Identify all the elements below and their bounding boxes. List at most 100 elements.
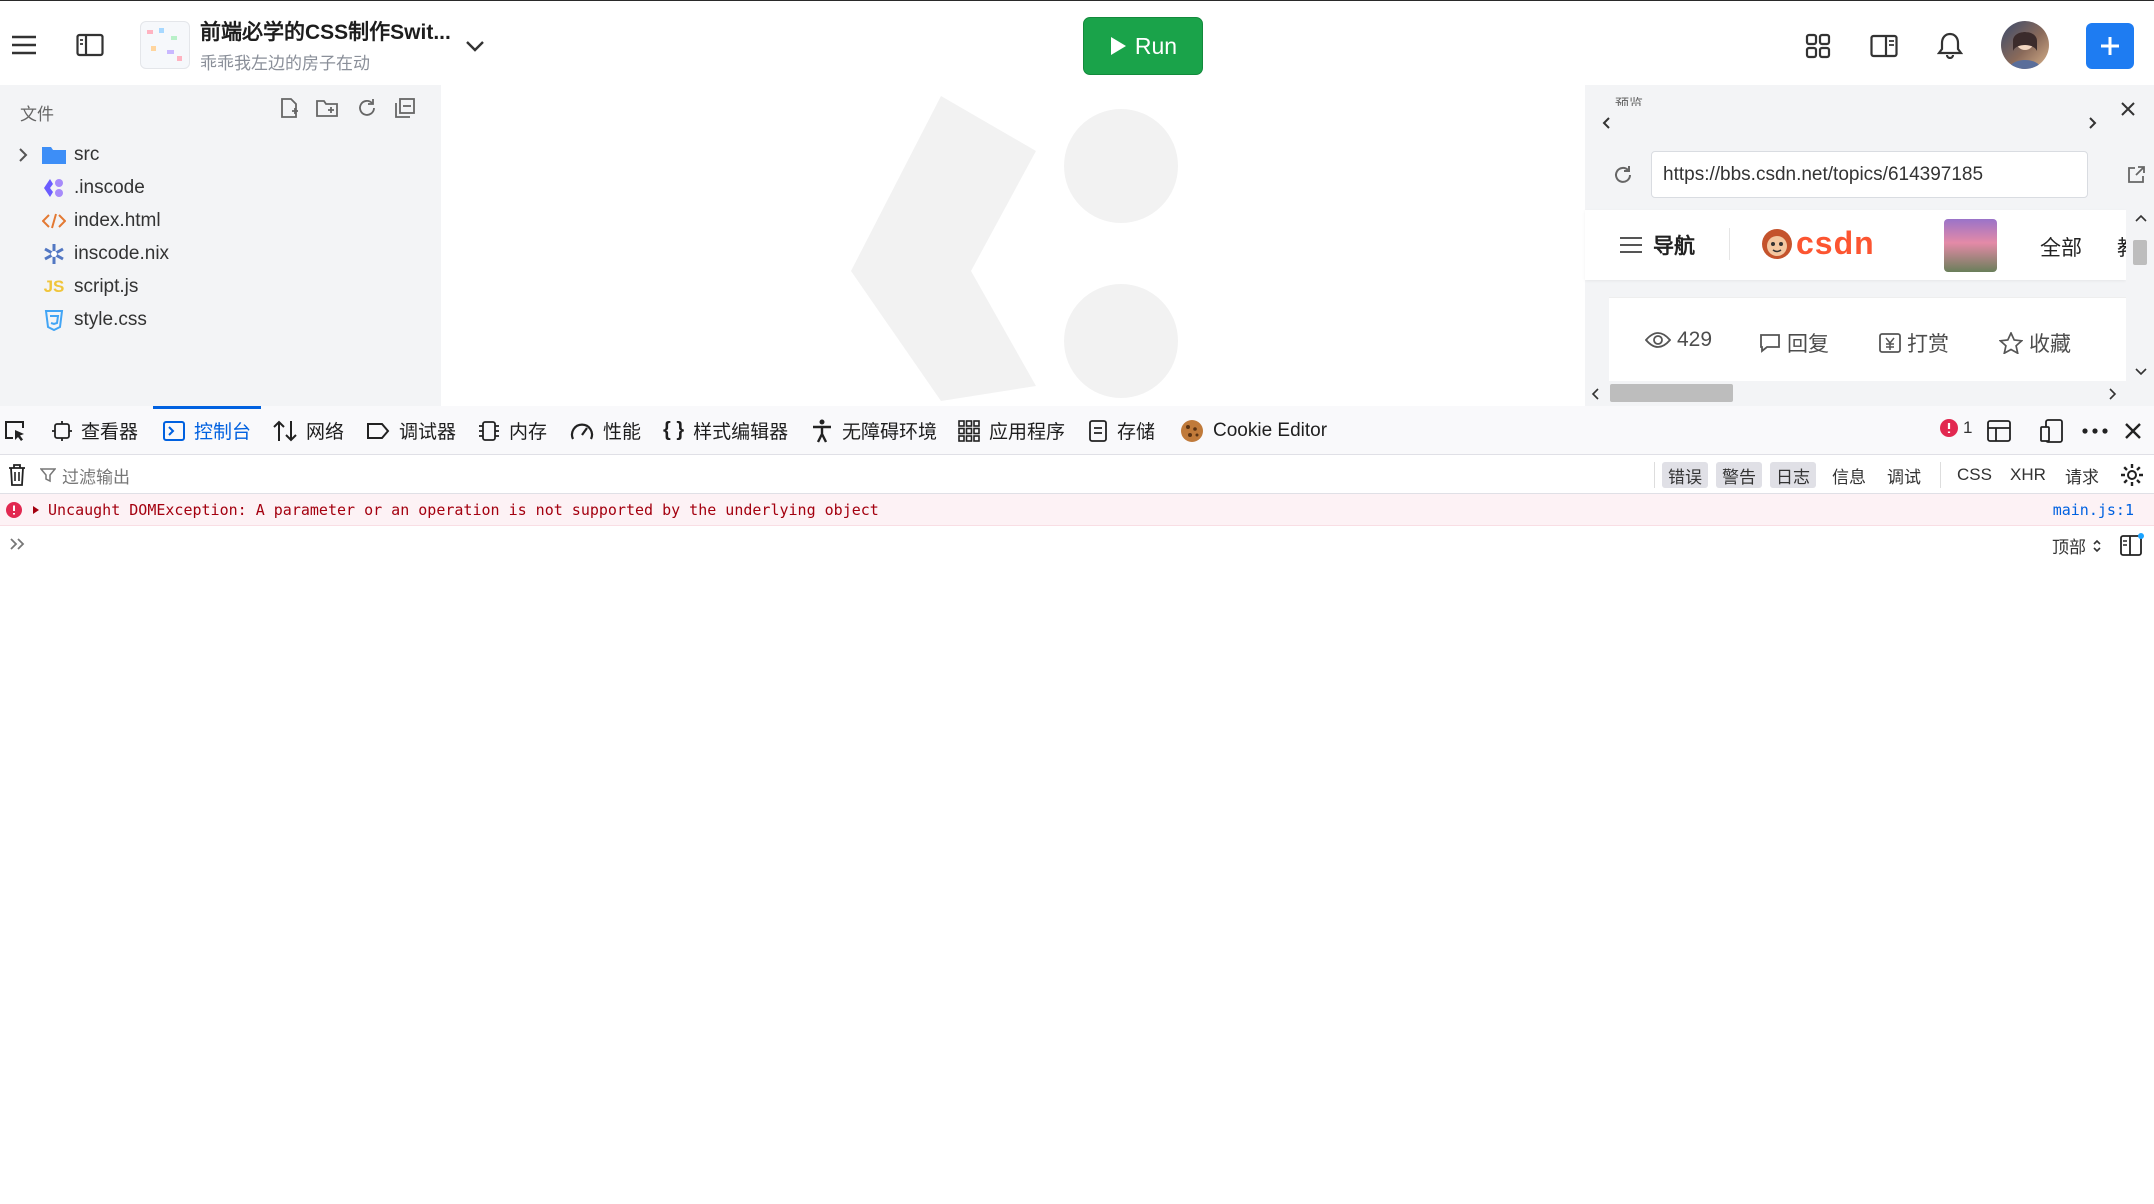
project-title[interactable]: 前端必学的CSS制作Swit... xyxy=(200,16,451,46)
filter-placeholder: 过滤输出 xyxy=(62,467,130,487)
tab-label: 存储 xyxy=(1117,422,1156,443)
views-count: 429 xyxy=(1645,328,1712,352)
fav-label: 收藏 xyxy=(2029,333,2071,356)
plus-icon xyxy=(2101,37,2119,55)
chevron-right-icon[interactable] xyxy=(17,147,29,163)
element-picker-icon[interactable] xyxy=(2,418,28,444)
filter-xhr[interactable]: XHR xyxy=(2004,462,2052,488)
tab-debugger[interactable]: 调试器 xyxy=(366,406,456,455)
filter-debug[interactable]: 调试 xyxy=(1881,462,1927,488)
filter-errors[interactable]: 错误 xyxy=(1662,462,1708,488)
chevron-down-icon[interactable] xyxy=(460,31,490,61)
tree-item-script-js[interactable]: JS script.js xyxy=(0,270,139,303)
new-file-icon[interactable] xyxy=(276,95,302,121)
error-count-value: 1 xyxy=(1963,418,1973,437)
refresh-icon[interactable] xyxy=(354,95,380,121)
run-button-label: Run xyxy=(1134,32,1178,59)
updown-icon xyxy=(2093,539,2101,552)
favorite-button[interactable]: 收藏 xyxy=(1999,328,2071,358)
csdn-brand: csdn xyxy=(1796,225,1875,261)
horizontal-scrollbar[interactable] xyxy=(1585,381,2154,406)
split-view-icon[interactable] xyxy=(1868,30,1900,62)
console-settings-icon[interactable] xyxy=(2118,462,2146,488)
filter-output-input[interactable]: 过滤输出 xyxy=(40,460,1240,490)
tab-style-editor[interactable]: { } 样式编辑器 xyxy=(663,406,788,455)
tree-item-inscode[interactable]: .inscode xyxy=(0,171,145,204)
new-folder-icon[interactable] xyxy=(314,95,340,121)
tab-inspector[interactable]: 查看器 xyxy=(52,406,138,455)
expand-triangle-icon[interactable] xyxy=(32,505,40,515)
inscode-watermark-logo xyxy=(851,96,1178,401)
prompt-chevron-icon xyxy=(10,538,25,550)
csdn-nav-menu[interactable]: 导航 xyxy=(1619,230,1695,260)
tree-item-src[interactable]: src xyxy=(0,138,99,171)
new-project-button[interactable] xyxy=(2086,23,2134,69)
tab-label: 网络 xyxy=(306,422,345,443)
forward-icon[interactable] xyxy=(2083,113,2103,133)
csdn-header: 导航 csdn 全部 教 xyxy=(1585,210,2126,280)
hamburger-menu-icon[interactable] xyxy=(8,29,40,61)
preview-url: https://bbs.csdn.net/topics/614397185 xyxy=(1663,163,1984,185)
tab-cookie-editor[interactable]: Cookie Editor xyxy=(1180,406,1327,455)
tab-storage[interactable]: 存储 xyxy=(1088,406,1155,455)
bell-icon[interactable] xyxy=(1934,29,1966,61)
toggle-sidebar-icon[interactable] xyxy=(74,29,106,61)
tab-network[interactable]: 网络 xyxy=(273,406,344,455)
csdn-banner-image[interactable] xyxy=(1944,219,1997,272)
filter-css[interactable]: CSS xyxy=(1951,462,1998,488)
tree-item-label: .inscode xyxy=(74,176,145,198)
views-value: 429 xyxy=(1677,328,1713,351)
close-devtools-icon[interactable] xyxy=(2120,418,2146,444)
split-console-icon[interactable] xyxy=(1985,418,2013,444)
error-count-badge[interactable]: 1 xyxy=(1940,418,1972,438)
sidebar-toggle-icon[interactable] xyxy=(2118,531,2146,559)
filter-warnings[interactable]: 警告 xyxy=(1716,462,1762,488)
inspector-icon xyxy=(52,420,72,441)
project-thumbnail xyxy=(140,21,190,69)
context-selector[interactable]: 顶部 xyxy=(2052,533,2102,558)
tab-label: 应用程序 xyxy=(989,422,1066,443)
trash-icon[interactable] xyxy=(4,462,30,488)
tab-performance[interactable]: 性能 xyxy=(570,406,641,455)
tab-label: 性能 xyxy=(603,422,642,443)
tab-console[interactable]: 控制台 xyxy=(152,406,262,455)
file-explorer-label: 文件 xyxy=(20,105,54,124)
close-preview-icon[interactable] xyxy=(2116,97,2140,121)
reply-button[interactable]: 回复 xyxy=(1759,328,1829,358)
more-options-icon[interactable] xyxy=(2078,418,2112,444)
console-error-message[interactable]: Uncaught DOMException: A parameter or an… xyxy=(0,494,2154,526)
vertical-scrollbar[interactable] xyxy=(2126,210,2154,381)
tab-accessibility[interactable]: 无障碍环境 xyxy=(811,406,937,455)
css-icon xyxy=(40,309,68,331)
filter-requests[interactable]: 请求 xyxy=(2059,462,2105,488)
editor-area[interactable] xyxy=(441,85,1585,406)
open-external-icon[interactable] xyxy=(2124,163,2148,187)
tip-button[interactable]: 打赏 xyxy=(1879,328,1949,358)
run-button[interactable]: Run xyxy=(1083,17,1203,75)
console-input[interactable]: 顶部 xyxy=(0,526,2154,562)
tree-item-index-html[interactable]: index.html xyxy=(0,204,161,237)
filter-logs[interactable]: 日志 xyxy=(1770,462,1816,488)
collapse-all-icon[interactable] xyxy=(392,95,418,121)
reload-icon[interactable] xyxy=(1610,162,1636,188)
responsive-design-icon[interactable] xyxy=(2038,418,2066,444)
tab-memory[interactable]: 内存 xyxy=(478,406,547,455)
tab-application[interactable]: 应用程序 xyxy=(958,406,1065,455)
tree-item-style-css[interactable]: style.css xyxy=(0,303,147,336)
back-icon[interactable] xyxy=(1596,113,1616,133)
tab-label: 查看器 xyxy=(81,422,139,443)
error-icon xyxy=(1940,419,1958,437)
preview-url-input[interactable]: https://bbs.csdn.net/topics/614397185 xyxy=(1651,151,2088,198)
storage-icon xyxy=(1089,419,1107,442)
csdn-logo[interactable]: csdn xyxy=(1760,225,1875,262)
csdn-cut-link[interactable]: 教 xyxy=(2117,232,2126,262)
html-icon xyxy=(40,213,68,229)
grid-apps-icon[interactable] xyxy=(1802,30,1834,62)
tree-item-inscode-nix[interactable]: inscode.nix xyxy=(0,237,169,270)
avatar[interactable] xyxy=(2001,21,2049,69)
file-explorer: 文件 src .inscode index.html inscode.nix J… xyxy=(0,85,441,406)
csdn-all-link[interactable]: 全部 xyxy=(2040,232,2082,262)
error-source-link[interactable]: main.js:1 xyxy=(2053,501,2134,519)
tab-label: 无障碍环境 xyxy=(842,422,938,443)
filter-info[interactable]: 信息 xyxy=(1826,462,1872,488)
